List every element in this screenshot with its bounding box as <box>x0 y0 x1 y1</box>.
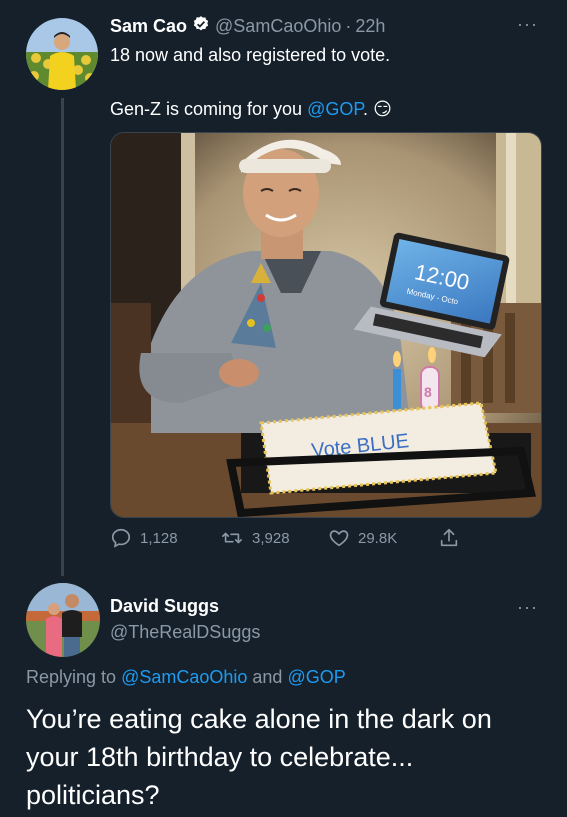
tweet-text-prefix: Gen-Z is coming for you <box>110 99 308 119</box>
more-options-icon[interactable]: ··· <box>517 14 538 35</box>
tweet-time[interactable]: 22h <box>355 16 385 37</box>
smirk-emoji: 😏 <box>373 99 392 119</box>
share-button[interactable] <box>438 527 468 549</box>
thread-connector <box>61 98 64 576</box>
share-icon <box>440 528 458 547</box>
separator-dot: · <box>345 15 352 36</box>
mention-gop-link-reply[interactable]: @GOP <box>287 667 345 687</box>
reply-author-handle[interactable]: @TheRealDSuggs <box>110 622 260 643</box>
tweet-text-line2: Gen-Z is coming for you @GOP. 😏 <box>110 99 392 120</box>
author-avatar[interactable] <box>26 18 98 90</box>
reply-author-avatar[interactable] <box>26 583 100 657</box>
heart-icon <box>329 530 349 547</box>
author-handle[interactable]: @SamCaoOhio <box>215 16 341 37</box>
reply-more-options-icon[interactable]: ··· <box>517 597 538 618</box>
reply-author-name[interactable]: David Suggs <box>110 596 219 617</box>
tweet-photo[interactable]: 12:00 Monday - Octo 8 Vote BLUE <box>110 132 542 518</box>
tweet-text-line1: 18 now and also registered to vote. <box>110 45 391 65</box>
replying-and: and <box>247 667 288 687</box>
retweet-button[interactable]: 3,928 <box>220 527 290 549</box>
like-count: 29.8K <box>358 529 398 547</box>
replying-to: Replying to @SamCaoOhio and @GOP <box>26 667 346 688</box>
reply-text: You’re eating cake alone in the dark on … <box>26 704 492 810</box>
mention-gop-link[interactable]: @GOP <box>307 99 363 119</box>
reply-icon <box>111 528 131 548</box>
like-button[interactable]: 29.8K <box>328 527 397 549</box>
reply-count: 1,128 <box>140 529 178 547</box>
tweet-header: Sam Cao @SamCaoOhio · 22h <box>110 14 385 38</box>
retweet-icon <box>222 532 242 544</box>
tweet-action-bar: 1,128 3,928 29.8K <box>110 527 490 549</box>
tweet-text-suffix: . <box>363 99 369 119</box>
twitter-thread: Sam Cao @SamCaoOhio · 22h ··· 18 now and… <box>0 0 567 817</box>
author-name[interactable]: Sam Cao <box>110 16 187 37</box>
reply-button[interactable]: 1,128 <box>110 527 178 549</box>
retweet-count: 3,928 <box>252 529 290 547</box>
verified-badge-icon <box>192 15 210 38</box>
replying-prefix: Replying to <box>26 667 122 687</box>
svg-text:8: 8 <box>424 384 432 400</box>
mention-samcaoohio-link[interactable]: @SamCaoOhio <box>121 667 247 687</box>
